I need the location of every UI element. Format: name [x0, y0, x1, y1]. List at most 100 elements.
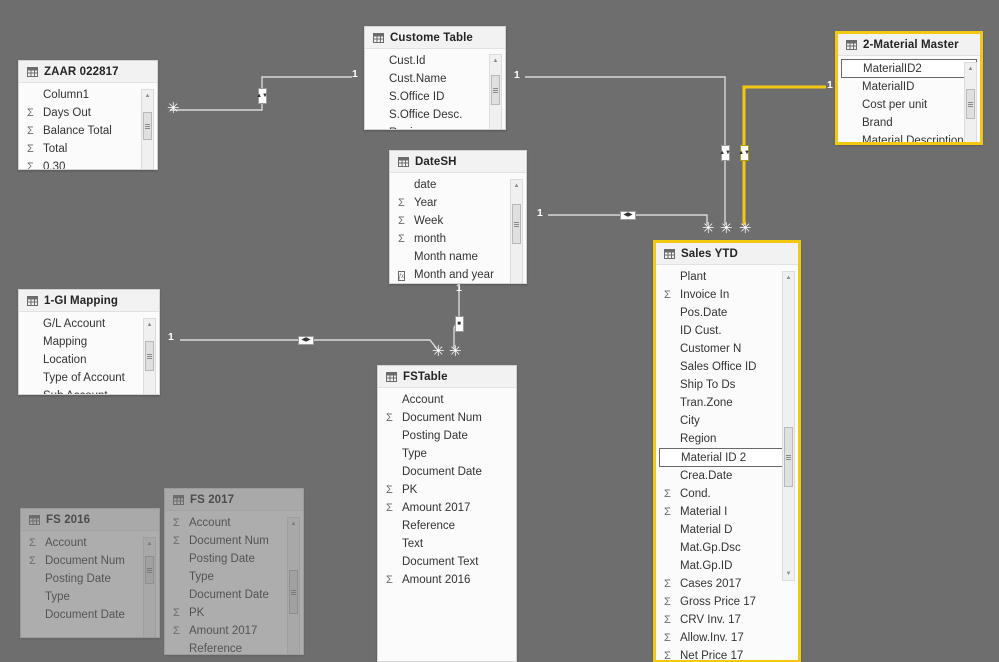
field-row[interactable]: Tran.Zone: [656, 394, 798, 412]
field-row[interactable]: Σ Invoice In: [656, 286, 798, 304]
field-row[interactable]: Σmonth: [390, 230, 526, 248]
field-row[interactable]: Σ Allow.Inv. 17: [656, 629, 798, 647]
scroll-up-icon[interactable]: ▲: [142, 90, 153, 102]
field-row[interactable]: Sales Office ID: [656, 358, 798, 376]
field-row[interactable]: Σ Material I: [656, 503, 798, 521]
field-row[interactable]: Σ Document Num: [21, 552, 159, 570]
field-row[interactable]: Σ 0.30: [19, 158, 157, 169]
field-row[interactable]: Ship To Ds: [656, 376, 798, 394]
cross-filter-direction-icon[interactable]: ▲▼: [738, 145, 750, 161]
table-card-datesh[interactable]: DateSH date Σ Year Σ Week Σmonth Month name fx Mo…: [389, 150, 527, 284]
field-row[interactable]: Column1: [19, 86, 157, 104]
field-row[interactable]: Posting Date: [21, 570, 159, 588]
field-row[interactable]: Σ CRV Inv. 17: [656, 611, 798, 629]
field-row[interactable]: Sub Account: [19, 387, 159, 394]
field-row[interactable]: Customer N: [656, 340, 798, 358]
field-row[interactable]: Type: [378, 445, 516, 463]
field-list-scrollbar[interactable]: ▲▼: [510, 179, 523, 283]
scroll-down-icon[interactable]: ▼: [783, 568, 794, 580]
field-row[interactable]: Location: [19, 351, 159, 369]
field-row[interactable]: Mapping: [19, 333, 159, 351]
scroll-up-icon[interactable]: ▲: [511, 180, 522, 192]
field-list-scrollbar[interactable]: ▲▼: [143, 537, 156, 637]
field-list-scrollbar[interactable]: ▲▼: [964, 62, 977, 142]
field-row[interactable]: Reference: [165, 640, 303, 654]
table-header-fstable[interactable]: FSTable: [378, 366, 516, 388]
field-row[interactable]: Mat.Gp.ID: [656, 557, 798, 575]
table-card-customer[interactable]: Custome Table Cust.Id Cust.Name S.Office ID…: [364, 26, 506, 130]
field-row[interactable]: Σ Amount 2016: [378, 571, 516, 589]
field-row[interactable]: Σ Gross Price 17: [656, 593, 798, 611]
table-header-material[interactable]: 2-Material Master: [838, 34, 980, 56]
scrollbar-thumb[interactable]: [145, 556, 154, 584]
field-list-scrollbar[interactable]: ▲▼: [489, 54, 502, 130]
field-row[interactable]: Text: [378, 535, 516, 553]
scrollbar-thumb[interactable]: [491, 75, 500, 105]
table-card-fs2016[interactable]: FS 2016 Σ Account Σ Document Num Posting Date…: [20, 508, 160, 638]
field-row[interactable]: Σ Week: [390, 212, 526, 230]
field-list-scrollbar[interactable]: ▲▼: [141, 89, 154, 169]
scroll-down-icon[interactable]: ▼: [288, 652, 299, 654]
cross-filter-direction-icon[interactable]: ◀▶: [298, 335, 314, 345]
field-row[interactable]: Plant: [656, 268, 798, 286]
field-list-scrollbar[interactable]: ▲▼: [287, 517, 300, 654]
field-row[interactable]: Σ Cases 2017: [656, 575, 798, 593]
cross-filter-direction-icon[interactable]: ▲▼: [256, 88, 268, 104]
field-row[interactable]: Type: [21, 588, 159, 606]
field-row[interactable]: Brand: [838, 114, 980, 132]
field-row[interactable]: Material ID 2: [659, 448, 795, 467]
scroll-down-icon[interactable]: ▼: [965, 141, 976, 142]
field-row[interactable]: Account: [378, 391, 516, 409]
field-row[interactable]: Σ Amount 2017: [165, 622, 303, 640]
field-row[interactable]: Crea.Date: [656, 467, 798, 485]
scroll-down-icon[interactable]: ▼: [511, 282, 522, 283]
field-row[interactable]: Σ PK: [165, 604, 303, 622]
field-row[interactable]: Mat.Gp.Dsc: [656, 539, 798, 557]
relationship-line-datesh-fstable[interactable]: [453, 286, 460, 349]
table-header-customer[interactable]: Custome Table: [365, 27, 505, 49]
table-card-salesytd[interactable]: Sales YTD Plant Σ Invoice In Pos.Date ID Cust…: [654, 241, 800, 662]
scroll-down-icon[interactable]: ▼: [144, 636, 155, 637]
model-diagram-canvas[interactable]: 1 ✳ ▲▼ 1 ✳ ▲▼ 1 ✳ ▲▼ 1 ✳ ◀▶ 1 ✳ ◀▶ 1 ✳ ■ ZAAR 022817 Colum…: [0, 0, 999, 662]
field-row[interactable]: Σ PK: [378, 481, 516, 499]
field-row[interactable]: Region: [365, 124, 505, 129]
field-row[interactable]: Σ Document Num: [378, 409, 516, 427]
field-row[interactable]: Σ Account: [165, 514, 303, 532]
relationship-line-gimapping-fstable[interactable]: [180, 339, 438, 350]
field-row[interactable]: Cust.Name: [365, 70, 505, 88]
table-card-fs2017[interactable]: FS 2017 Σ Account Σ Document Num Posting Date…: [164, 488, 304, 655]
table-card-gimapping[interactable]: 1-GI Mapping G/L Account Mapping Location Ty…: [18, 289, 160, 395]
field-row[interactable]: Σ Document Num: [165, 532, 303, 550]
table-header-fs2016[interactable]: FS 2016: [21, 509, 159, 531]
cross-filter-direction-icon[interactable]: ▲▼: [719, 145, 731, 161]
field-row[interactable]: Cust.Id: [365, 52, 505, 70]
scroll-down-icon[interactable]: ▼: [490, 129, 501, 130]
field-list-scrollbar[interactable]: ▲▼: [143, 318, 156, 394]
scrollbar-thumb[interactable]: [145, 341, 154, 371]
scroll-up-icon[interactable]: ▲: [783, 272, 794, 284]
table-header-fs2017[interactable]: FS 2017: [165, 489, 303, 511]
field-row[interactable]: Σ Net Price 17: [656, 647, 798, 660]
scroll-up-icon[interactable]: ▲: [144, 319, 155, 331]
field-row[interactable]: Material D: [656, 521, 798, 539]
field-row[interactable]: Σ Balance Total: [19, 122, 157, 140]
field-row[interactable]: Document Date: [378, 463, 516, 481]
scrollbar-thumb[interactable]: [143, 112, 152, 140]
table-card-zaar[interactable]: ZAAR 022817 Column1 Σ Days Out Σ Balance Tota…: [18, 60, 158, 170]
relationship-line-zaar-customer[interactable]: [170, 76, 352, 111]
scrollbar-thumb[interactable]: [966, 89, 975, 119]
field-row[interactable]: Reference: [378, 517, 516, 535]
field-row[interactable]: Σ Year: [390, 194, 526, 212]
field-row[interactable]: Σ Account: [21, 534, 159, 552]
field-row[interactable]: Region: [656, 430, 798, 448]
field-row[interactable]: ID Cust.: [656, 322, 798, 340]
field-row[interactable]: MaterialID: [838, 78, 980, 96]
table-header-datesh[interactable]: DateSH: [390, 151, 526, 173]
field-row[interactable]: G/L Account: [19, 315, 159, 333]
field-row[interactable]: Pos.Date: [656, 304, 798, 322]
table-card-fstable[interactable]: FSTable Account Σ Document Num Posting Date T…: [377, 365, 517, 662]
table-header-gimapping[interactable]: 1-GI Mapping: [19, 290, 159, 312]
field-row[interactable]: Posting Date: [378, 427, 516, 445]
scroll-up-icon[interactable]: ▲: [144, 538, 155, 550]
field-list-scrollbar[interactable]: ▲▼: [782, 271, 795, 581]
